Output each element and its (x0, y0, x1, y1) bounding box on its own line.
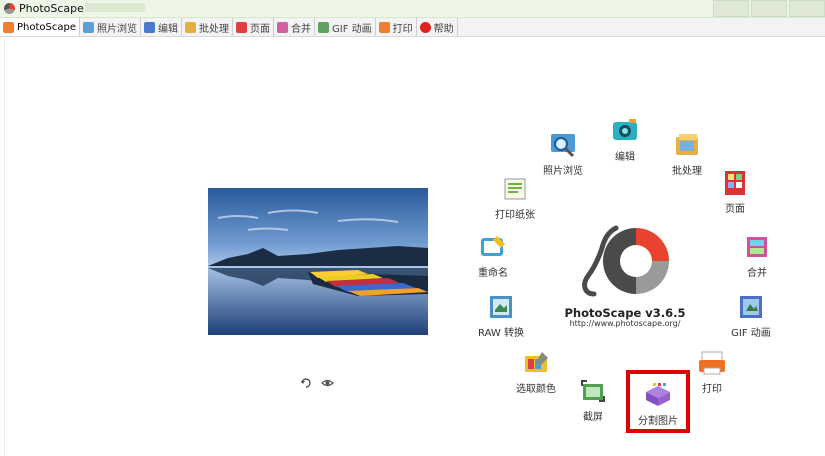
launcher-label: RAW 转换 (478, 328, 524, 339)
print-icon (378, 21, 390, 33)
selection-highlight (626, 370, 690, 433)
slideshow-controls (300, 373, 334, 388)
launcher-label: 打印 (702, 384, 722, 395)
title-bar: PhotoScape (0, 0, 825, 18)
tab-page[interactable]: 页面 (233, 18, 274, 36)
viewer-icon (547, 130, 579, 160)
screen-capture-icon (577, 376, 609, 406)
launcher-color-picker[interactable]: 选取颜色 (512, 348, 560, 395)
launcher-label: GIF 动画 (731, 328, 771, 339)
page-icon (236, 21, 247, 33)
tab-label: 编辑 (158, 23, 178, 35)
tab-label: 照片浏览 (97, 23, 137, 35)
tab-print[interactable]: 打印 (376, 18, 417, 36)
launcher-page[interactable]: 页面 (712, 168, 758, 215)
tab-help[interactable]: 帮助 (417, 18, 458, 36)
tab-label: 页面 (250, 23, 270, 35)
launcher-batch[interactable]: 批处理 (664, 130, 710, 177)
rename-icon (477, 232, 509, 262)
launcher-label: 批处理 (672, 166, 702, 177)
combine-icon (277, 21, 288, 33)
window-controls (711, 0, 825, 17)
launcher-label: 页面 (725, 204, 745, 215)
tab-label: 帮助 (433, 23, 454, 35)
gif-icon (735, 292, 767, 322)
gif-icon (318, 21, 329, 33)
eye-icon[interactable] (321, 373, 334, 387)
tab-viewer[interactable]: 照片浏览 (80, 18, 141, 36)
tab-label: 批处理 (199, 23, 229, 35)
launcher-viewer[interactable]: 照片浏览 (540, 130, 586, 177)
minimize-button[interactable] (713, 0, 749, 17)
launcher-label: 重命名 (478, 268, 508, 279)
launcher-label: 编辑 (615, 152, 635, 163)
tab-label: GIF 动画 (332, 23, 372, 35)
launcher-rename[interactable]: 重命名 (470, 232, 516, 279)
launcher-paper-print[interactable]: 打印纸张 (490, 174, 540, 221)
photoscape-logo-icon (580, 224, 672, 298)
page-icon (719, 168, 751, 198)
launcher-combine[interactable]: 合并 (734, 232, 780, 279)
viewer-icon (83, 21, 94, 33)
tab-label: PhotoScape (17, 21, 76, 33)
launcher-editor[interactable]: 编辑 (602, 116, 648, 163)
tab-combine[interactable]: 合并 (274, 18, 315, 36)
launcher-label: 照片浏览 (543, 166, 583, 177)
launcher-print[interactable]: 打印 (692, 348, 732, 395)
launcher-raw-converter[interactable]: RAW 转换 (474, 292, 528, 339)
brand-url[interactable]: http://www.photoscape.org/ (540, 319, 710, 328)
color-picker-icon (520, 348, 552, 378)
batch-icon (671, 130, 703, 160)
launcher-screen-capture[interactable]: 截屏 (570, 376, 616, 423)
close-button[interactable] (789, 0, 825, 17)
app-logo-icon (4, 3, 15, 14)
launcher-label: 打印纸张 (495, 210, 535, 221)
help-icon (419, 21, 431, 33)
maximize-button[interactable] (751, 0, 787, 17)
combine-icon (741, 232, 773, 262)
paper-print-icon (499, 174, 531, 204)
print-icon (696, 348, 728, 378)
launcher-label: 选取颜色 (516, 384, 556, 395)
tab-batch[interactable]: 批处理 (182, 18, 233, 36)
tab-gif[interactable]: GIF 动画 (315, 18, 376, 36)
launcher-label: 截屏 (583, 412, 603, 423)
tab-bar: PhotoScape 照片浏览 编辑 批处理 页面 合并 GIF 动画 打印 帮… (0, 18, 825, 37)
window-title: PhotoScape (19, 2, 84, 15)
raw-converter-icon (485, 292, 517, 322)
tab-editor[interactable]: 编辑 (141, 18, 182, 36)
launcher-gif[interactable]: GIF 动画 (726, 292, 776, 339)
tab-label: 合并 (291, 23, 311, 35)
tab-photoscape[interactable]: PhotoScape (0, 18, 80, 36)
preview-photo[interactable] (208, 188, 428, 335)
editor-icon (609, 116, 641, 146)
tab-label: 打印 (392, 23, 413, 35)
batch-icon (185, 21, 196, 33)
rotate-icon[interactable] (300, 373, 313, 388)
brand-name: PhotoScape v3.6.5 (564, 306, 686, 320)
launcher-label: 合并 (747, 268, 767, 279)
photoscape-icon (3, 21, 14, 33)
editor-icon (144, 21, 155, 33)
title-ghost-text (85, 3, 145, 12)
